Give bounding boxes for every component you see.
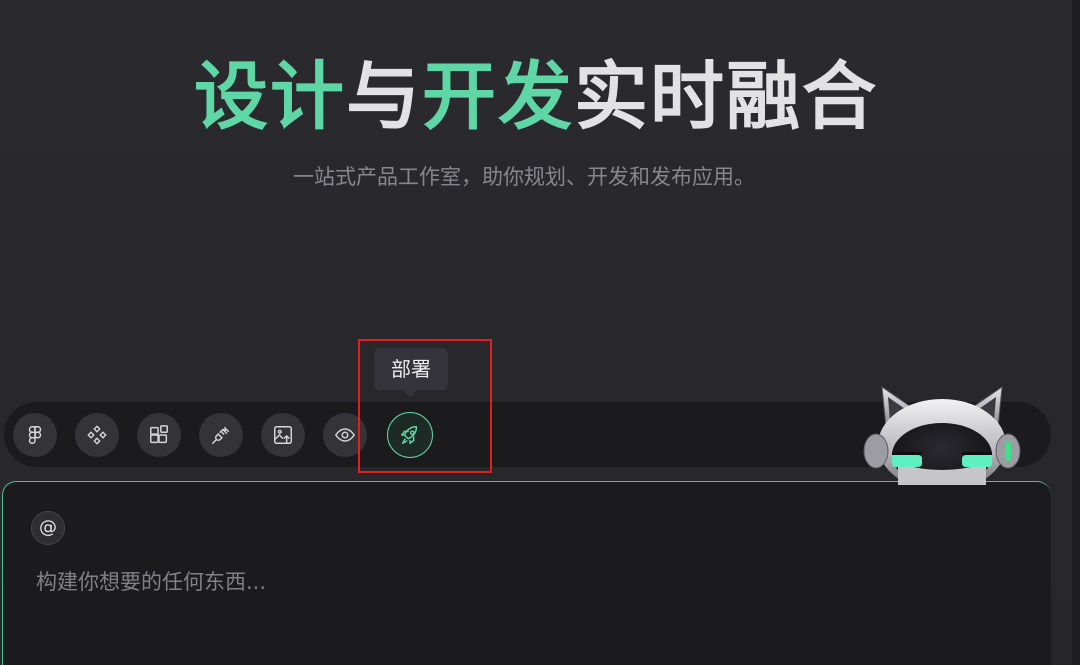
prompt-input[interactable] xyxy=(36,564,936,600)
hero-subtitle: 一站式产品工作室，助你规划、开发和发布应用。 xyxy=(293,165,755,189)
apps-button[interactable] xyxy=(137,413,181,457)
tooltip-arrow xyxy=(403,390,417,397)
image-upload-icon xyxy=(274,426,292,444)
image-upload-button[interactable] xyxy=(261,413,305,457)
deploy-button[interactable] xyxy=(387,412,433,458)
hero-title: 设计与开发实时融合 xyxy=(0,52,1072,142)
components-icon xyxy=(87,425,107,445)
scrollbar-track xyxy=(1072,0,1080,665)
title-and: 与 xyxy=(346,54,422,140)
figma-icon xyxy=(28,426,42,444)
plug-icon xyxy=(212,426,230,444)
title-design: 设计 xyxy=(194,54,346,140)
eye-icon xyxy=(334,428,356,442)
title-dev: 开发 xyxy=(422,54,574,140)
apps-grid-icon xyxy=(150,425,168,444)
robot-mascot xyxy=(863,385,1021,485)
preview-button[interactable] xyxy=(323,413,367,457)
title-realtime: 实时融合 xyxy=(574,54,878,140)
rocket-icon xyxy=(401,426,418,444)
components-button[interactable] xyxy=(75,413,119,457)
integrations-button[interactable] xyxy=(199,413,243,457)
mention-button[interactable]: @ xyxy=(31,511,65,545)
prompt-composer: @ xyxy=(2,481,1051,665)
figma-button[interactable] xyxy=(13,413,57,457)
page: 设计与开发实时融合 一站式产品工作室，助你规划、开发和发布应用。 部署 @ 构建… xyxy=(0,0,1080,665)
deploy-tooltip: 部署 xyxy=(374,348,448,390)
